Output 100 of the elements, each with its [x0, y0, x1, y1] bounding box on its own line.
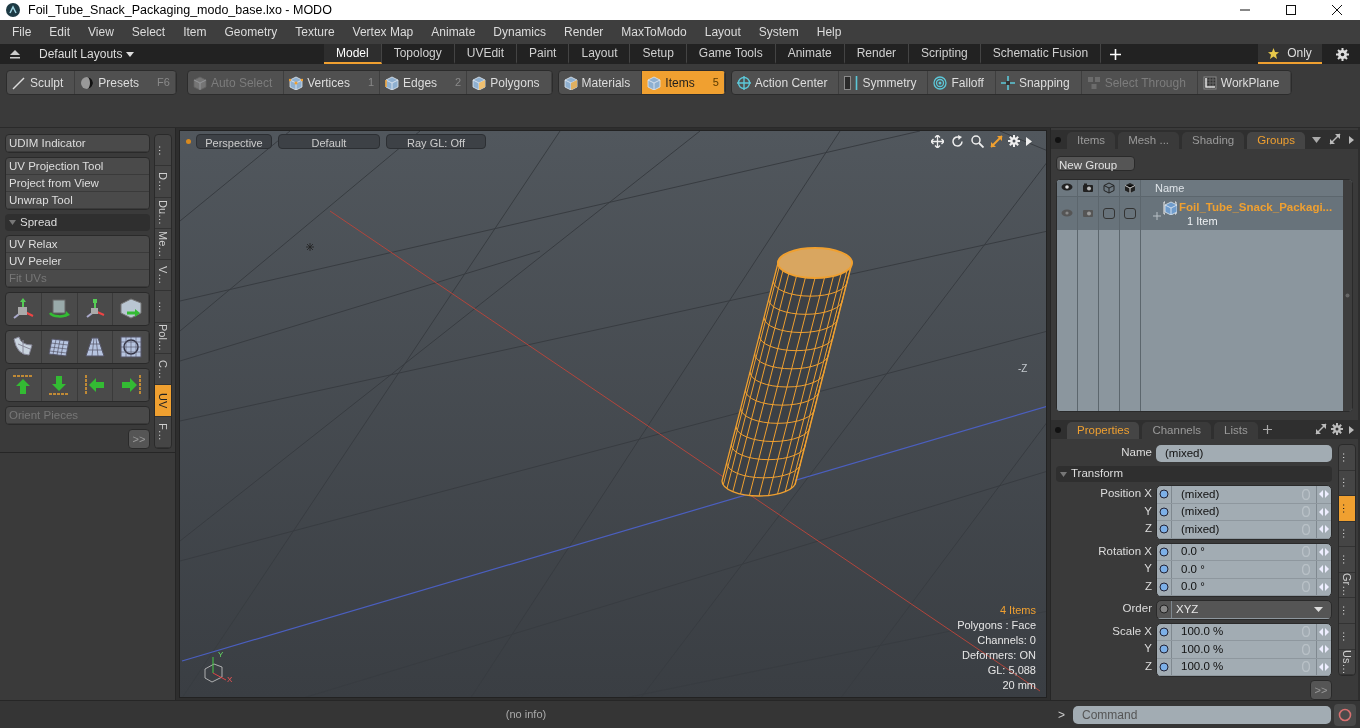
tool-button[interactable]: Project from View — [6, 175, 149, 192]
group-row[interactable]: Foil_Tube_Snack_Packagi... 1 Item — [1057, 196, 1343, 230]
tool-button[interactable]: UDIM Indicator — [6, 135, 149, 152]
triangle-right-icon[interactable] — [1026, 136, 1032, 146]
tool-button[interactable]: UV Projection Tool — [6, 158, 149, 175]
menu-item[interactable]: Texture — [286, 23, 344, 41]
toolbar-button[interactable]: Presets F6 — [75, 71, 176, 94]
new-group-button[interactable]: New Group — [1056, 155, 1135, 171]
side-tab[interactable]: Me… — [155, 228, 171, 261]
layout-preset-dropdown[interactable]: Default Layouts — [39, 45, 135, 63]
side-tab[interactable]: … — [1339, 521, 1355, 548]
add-tab-icon[interactable] — [1262, 425, 1272, 434]
number-field[interactable]: 0.0 ° — [1157, 561, 1331, 579]
side-tab[interactable]: … — [1339, 445, 1355, 471]
tool-button[interactable]: Unwrap Tool — [6, 192, 149, 209]
side-tab[interactable]: D… — [155, 166, 171, 198]
side-tab[interactable]: … — [155, 291, 171, 323]
panel-tab[interactable]: Groups — [1247, 131, 1305, 149]
layout-tab[interactable]: Model — [324, 44, 382, 64]
number-field[interactable]: (mixed) — [1157, 486, 1331, 504]
number-field[interactable]: 0.0 ° — [1157, 578, 1331, 596]
menu-item[interactable]: Select — [122, 23, 175, 41]
shading-mode-button[interactable]: Default — [278, 133, 380, 149]
toolbar-button[interactable]: Falloff — [928, 71, 996, 94]
side-tab[interactable]: Us… — [1339, 649, 1355, 675]
menu-item[interactable]: Layout — [695, 23, 750, 41]
command-field[interactable]: Command — [1073, 705, 1331, 724]
record-button[interactable] — [1334, 703, 1356, 726]
side-tab[interactable]: … — [155, 135, 171, 167]
side-tab[interactable]: Gr… — [1339, 572, 1355, 599]
viewport-stat: Deformers: ON — [962, 648, 1036, 663]
caret-down-icon[interactable] — [1311, 136, 1321, 143]
number-field[interactable]: (mixed) — [1157, 503, 1331, 521]
toolbar-button[interactable]: Symmetry — [839, 71, 929, 94]
settings-icon[interactable] — [1331, 423, 1343, 435]
viewport-stat: GL: 5,088 — [987, 663, 1036, 678]
expand-diagonal-icon[interactable] — [1315, 423, 1327, 435]
number-field[interactable]: 0.0 ° — [1157, 543, 1331, 561]
only-toggle[interactable]: Only — [1258, 44, 1322, 64]
settings-icon[interactable] — [1336, 47, 1349, 61]
rotate-icon[interactable] — [951, 134, 964, 148]
viewport-stat: 4 Items — [999, 603, 1036, 618]
menu-item[interactable]: System — [749, 23, 808, 41]
side-tab[interactable]: … — [1339, 598, 1355, 624]
side-tab[interactable]: Pol… — [155, 322, 171, 355]
search-icon[interactable] — [971, 134, 984, 148]
collapse-arrow-icon[interactable] — [9, 49, 21, 59]
name-field[interactable]: (mixed) — [1156, 444, 1332, 462]
section-header[interactable]: Spread — [5, 214, 150, 231]
panel-tab[interactable]: Items — [1067, 131, 1116, 149]
tool-button[interactable]: UV Relax — [6, 236, 149, 253]
number-field[interactable]: (mixed) — [1157, 521, 1331, 539]
triangle-right-icon[interactable] — [1349, 426, 1354, 434]
menu-item[interactable]: Geometry — [215, 23, 287, 41]
star-icon — [1268, 47, 1280, 59]
panel-tab[interactable]: Lists — [1214, 422, 1258, 439]
field-label: Z — [1143, 578, 1153, 594]
toolbar-button[interactable]: Items 5 — [642, 71, 725, 94]
menu-item[interactable]: Help — [807, 23, 851, 41]
number-field[interactable]: 100.0 % — [1157, 641, 1331, 659]
menu-item[interactable]: Animate — [422, 23, 485, 41]
side-tab[interactable]: … — [1339, 623, 1355, 650]
toggle-box[interactable] — [1124, 207, 1136, 219]
side-tab[interactable]: Du… — [155, 197, 171, 229]
move-icon[interactable] — [931, 134, 944, 148]
toolbar-button[interactable]: Snapping — [995, 71, 1082, 94]
ray-gl-button[interactable]: Ray GL: Off — [386, 133, 486, 149]
side-tab[interactable]: UV — [155, 385, 171, 417]
toolbar-button[interactable]: WorkPlane — [1197, 71, 1292, 94]
panel-tab[interactable]: Shading — [1182, 131, 1245, 149]
side-tab[interactable]: … — [1339, 547, 1355, 573]
menu-item[interactable]: Render — [555, 23, 613, 41]
status-dot-icon — [186, 138, 191, 144]
menu-item[interactable]: File — [3, 23, 41, 41]
panel-tab[interactable]: Properties — [1067, 422, 1140, 439]
menu-item[interactable]: Edit — [40, 23, 80, 41]
menu-item[interactable]: Item — [174, 23, 216, 41]
panel-tab[interactable]: Channels — [1142, 422, 1211, 439]
expand-diagonal-icon[interactable] — [1329, 132, 1341, 145]
toolbar-button[interactable]: Sculpt — [7, 71, 76, 94]
expand-diagonal-icon[interactable] — [990, 134, 1003, 148]
tool-button[interactable]: UV Peeler — [6, 253, 149, 270]
menu-item[interactable]: Vertex Map — [343, 23, 423, 41]
side-tab[interactable]: V… — [155, 260, 171, 292]
side-tab[interactable]: … — [1339, 496, 1355, 522]
section-header[interactable]: Transform — [1056, 466, 1332, 482]
toolbar-button[interactable]: Polygons — [467, 71, 552, 94]
menu-item[interactable]: Dynamics — [484, 23, 555, 41]
triangle-right-icon[interactable] — [1349, 135, 1354, 144]
panel-tab[interactable]: Mesh ... — [1118, 131, 1180, 149]
toggle-box[interactable] — [1103, 207, 1115, 219]
menu-item[interactable]: View — [79, 23, 123, 41]
column-header: Name — [1155, 180, 1185, 196]
number-field[interactable]: 100.0 % — [1157, 658, 1331, 676]
menu-item[interactable]: MaxToModo — [612, 23, 696, 41]
number-field[interactable]: 100.0 % — [1157, 623, 1331, 641]
toolbar-button[interactable]: Action Center — [731, 71, 840, 94]
view-mode-button[interactable]: Perspective — [196, 133, 272, 149]
side-tab[interactable]: F… — [155, 416, 171, 448]
order-dropdown[interactable]: XYZ — [1157, 601, 1331, 619]
